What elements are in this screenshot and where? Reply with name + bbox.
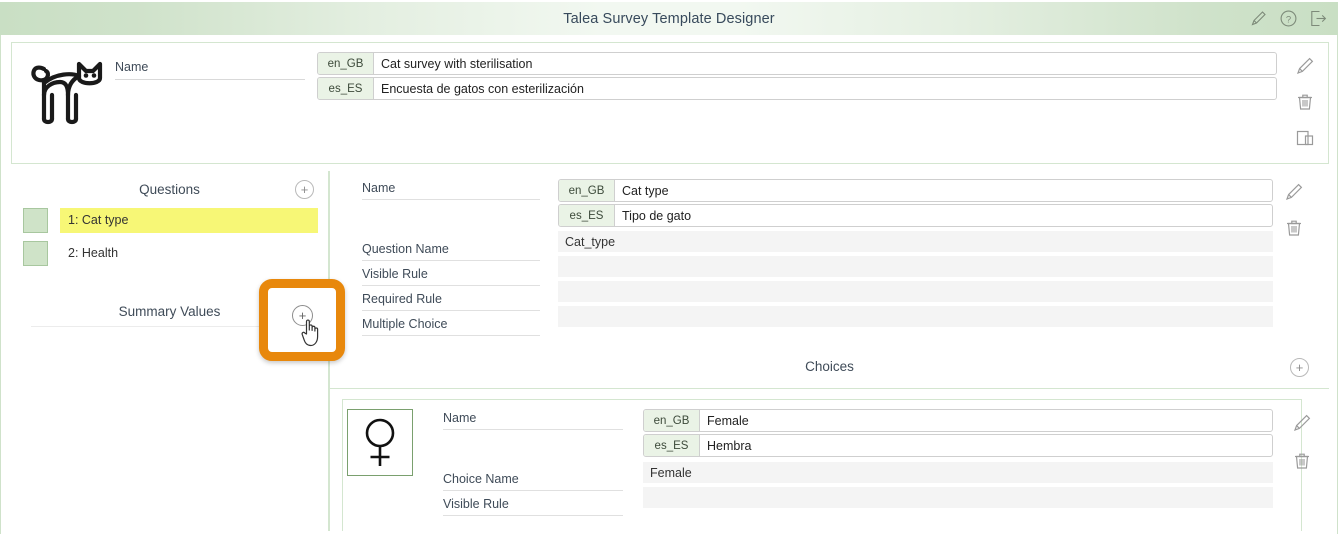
title-bar: Talea Survey Template Designer ? <box>0 2 1338 35</box>
translation-value[interactable]: Female <box>700 410 1272 431</box>
question-readonly-fields: Cat_type <box>558 231 1273 331</box>
logout-icon[interactable] <box>1309 9 1328 28</box>
translation-row[interactable]: es_ES Tipo de gato <box>558 204 1273 227</box>
survey-name-translations: en_GB Cat survey with sterilisation es_E… <box>317 52 1277 102</box>
question-name-value: Cat_type <box>558 231 1273 252</box>
delete-icon[interactable] <box>1291 450 1313 472</box>
question-actions <box>1283 181 1305 239</box>
questions-title: Questions <box>139 181 200 197</box>
question-list-item[interactable]: 1: Cat type <box>11 207 328 233</box>
cat-icon <box>22 51 110 131</box>
language-tag: en_GB <box>318 53 374 74</box>
highlight-callout: + <box>259 279 345 361</box>
svg-text:?: ? <box>1286 14 1291 25</box>
survey-card-actions <box>1294 55 1316 149</box>
question-thumbnail <box>23 207 48 233</box>
required-rule-label: Required Rule <box>362 292 540 311</box>
question-label: 2: Health <box>68 246 119 260</box>
visible-rule-label: Visible Rule <box>362 267 540 286</box>
question-label: 1: Cat type <box>60 207 318 233</box>
language-tag: es_ES <box>318 78 374 99</box>
female-symbol-icon <box>347 409 413 476</box>
choice-actions <box>1291 412 1313 472</box>
translation-value[interactable]: Cat survey with sterilisation <box>374 53 1276 74</box>
content-area: Name en_GB Cat survey with sterilisation… <box>0 35 1338 534</box>
choice-field-labels: Name Choice Name Visible Rule <box>443 411 623 522</box>
required-rule-value <box>558 281 1273 302</box>
choices-title: Choices <box>805 359 854 374</box>
question-name-translations: en_GB Cat type es_ES Tipo de gato <box>558 179 1273 229</box>
multiple-choice-label: Multiple Choice <box>362 317 540 336</box>
choice-name-translations: en_GB Female es_ES Hembra <box>643 409 1273 459</box>
translation-value[interactable]: Tipo de gato <box>615 205 1272 226</box>
question-detail: Name Question Name Visible Rule Required… <box>330 171 1329 345</box>
language-tag: es_ES <box>559 205 615 226</box>
translation-row[interactable]: en_GB Cat type <box>558 179 1273 202</box>
edit-icon[interactable] <box>1249 9 1268 28</box>
edit-icon[interactable] <box>1283 181 1305 203</box>
translation-row[interactable]: en_GB Female <box>643 409 1273 432</box>
translation-value[interactable]: Hembra <box>700 435 1272 456</box>
choice-identifier-label: Choice Name <box>443 472 623 491</box>
language-tag: es_ES <box>644 435 700 456</box>
translation-value[interactable]: Cat type <box>615 180 1272 201</box>
edit-icon[interactable] <box>1291 412 1313 434</box>
add-question-button[interactable]: + <box>295 180 314 199</box>
summary-values-title: Summary Values <box>118 303 221 319</box>
questions-list: 1: Cat type 2: Health <box>11 207 328 273</box>
question-field-labels: Name Question Name Visible Rule Required… <box>362 181 540 342</box>
language-tag: en_GB <box>644 410 700 431</box>
choices-header: Choices + <box>330 345 1329 389</box>
lower-section: Questions + 1: Cat type 2: Health Summar… <box>11 171 1329 531</box>
choices-section: Choices + Name Choice Name Visible Rule … <box>330 345 1329 531</box>
translation-row[interactable]: en_GB Cat survey with sterilisation <box>317 52 1277 75</box>
questions-header: Questions + <box>11 171 328 207</box>
question-list-item[interactable]: 2: Health <box>11 240 328 266</box>
question-identifier-label: Question Name <box>362 242 540 261</box>
help-icon[interactable]: ? <box>1279 9 1298 28</box>
question-detail-pane: Name Question Name Visible Rule Required… <box>329 171 1329 531</box>
choice-readonly-fields: Female <box>643 462 1273 512</box>
survey-name-label: Name <box>115 60 305 80</box>
title-bar-actions: ? <box>1249 2 1328 35</box>
translation-row[interactable]: es_ES Encuesta de gatos con esterilizaci… <box>317 77 1277 100</box>
language-tag: en_GB <box>559 180 615 201</box>
choice-visible-rule-label: Visible Rule <box>443 497 623 516</box>
survey-header-card: Name en_GB Cat survey with sterilisation… <box>11 42 1329 164</box>
choice-visible-rule-value <box>643 487 1273 508</box>
translation-row[interactable]: es_ES Hembra <box>643 434 1273 457</box>
add-choice-button[interactable]: + <box>1290 358 1309 377</box>
question-name-label: Name <box>362 181 540 200</box>
hand-cursor <box>298 314 328 353</box>
choice-name-label: Name <box>443 411 623 430</box>
multiple-choice-value <box>558 306 1273 327</box>
app-root: Talea Survey Template Designer ? Name en… <box>0 0 1338 534</box>
page-title: Talea Survey Template Designer <box>563 10 775 27</box>
translation-value[interactable]: Encuesta de gatos con esterilización <box>374 78 1276 99</box>
visible-rule-value <box>558 256 1273 277</box>
delete-icon[interactable] <box>1294 91 1316 113</box>
choice-card: Name Choice Name Visible Rule en_GB Fema… <box>342 399 1311 531</box>
question-thumbnail <box>23 240 48 266</box>
delete-icon[interactable] <box>1283 217 1305 239</box>
choice-name-value: Female <box>643 462 1273 483</box>
duplicate-icon[interactable] <box>1294 127 1316 149</box>
edit-icon[interactable] <box>1294 55 1316 77</box>
